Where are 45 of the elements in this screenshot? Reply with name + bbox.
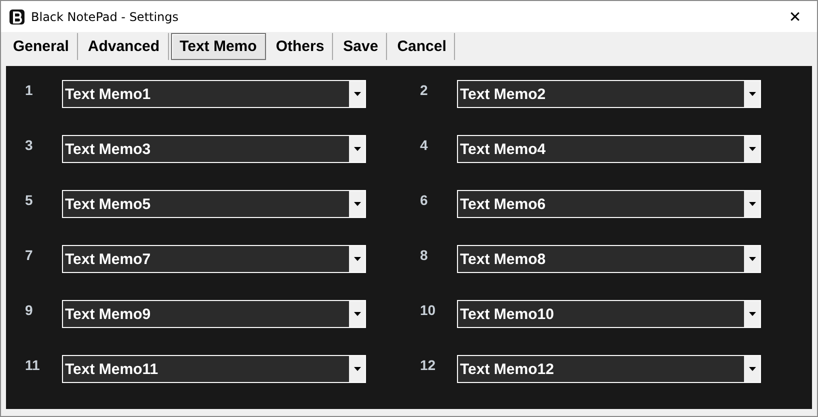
dropdown-caret-icon <box>354 92 360 96</box>
memo-dropdown[interactable]: Text Memo2 <box>457 80 761 108</box>
memo-number: 10 <box>419 301 437 318</box>
memo-dropdown[interactable]: Text Memo1 <box>62 80 366 108</box>
tab[interactable]: Cancel <box>389 33 456 60</box>
memo-number: 9 <box>24 301 34 318</box>
memo-number: 11 <box>24 356 41 373</box>
app-logo-icon <box>9 8 25 24</box>
dropdown-caret-icon <box>748 257 756 261</box>
memo-dropdown[interactable]: Text Memo5 <box>62 190 366 218</box>
dropdown-caret-icon <box>354 147 360 151</box>
memo-dropdown[interactable]: Text Memo3 <box>62 135 366 163</box>
memo-dropdown[interactable]: Text Memo6 <box>457 190 761 218</box>
tab[interactable]: Save <box>335 33 388 60</box>
memo-dropdown[interactable]: Text Memo12 <box>457 355 761 383</box>
tab[interactable]: General <box>5 33 78 60</box>
memo-dropdown[interactable]: Text Memo9 <box>62 300 366 328</box>
memo-number: 1 <box>24 81 34 98</box>
memo-number: 3 <box>24 136 34 153</box>
dropdown-caret-icon <box>354 367 360 371</box>
dropdown-caret-icon <box>354 312 360 316</box>
dropdown-caret-icon <box>748 367 756 371</box>
tab[interactable]: Advanced <box>80 33 169 60</box>
memo-number: 4 <box>419 136 429 153</box>
memo-number: 8 <box>419 246 429 263</box>
memo-dropdown[interactable]: Text Memo8 <box>457 245 761 273</box>
dropdown-caret-icon <box>748 312 756 316</box>
memo-number: 5 <box>24 191 34 208</box>
dropdown-caret-icon <box>748 92 756 96</box>
memo-number: 6 <box>419 191 429 208</box>
dropdown-caret-icon <box>748 147 756 151</box>
dropdown-caret-icon <box>354 257 360 261</box>
tab[interactable]: Text Memo <box>170 33 266 60</box>
dropdown-caret-icon <box>748 202 756 206</box>
memo-dropdown[interactable]: Text Memo7 <box>62 245 366 273</box>
memo-number: 2 <box>419 81 429 98</box>
memo-number: 12 <box>419 356 437 373</box>
tab[interactable]: Others <box>268 33 334 60</box>
memo-dropdown[interactable]: Text Memo11 <box>62 355 366 383</box>
memo-number: 7 <box>24 246 34 263</box>
memo-dropdown[interactable]: Text Memo4 <box>457 135 761 163</box>
memo-dropdown[interactable]: Text Memo10 <box>457 300 761 328</box>
dropdown-caret-icon <box>354 202 360 206</box>
close-button[interactable]: ✕ <box>773 1 817 32</box>
window-title: Black NotePad - Settings <box>31 10 180 24</box>
